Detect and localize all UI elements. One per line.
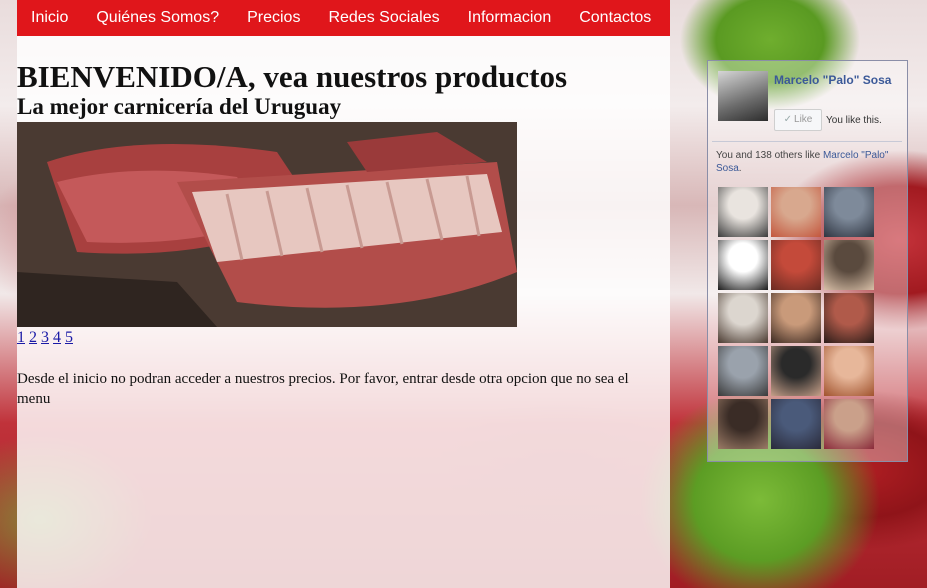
- nav-item-redes-sociales[interactable]: Redes Sociales: [314, 0, 453, 36]
- fb-social-context: You and 138 others like Marcelo "Palo" S…: [716, 149, 902, 175]
- fb-page-header: Marcelo "Palo" Sosa ✓ Like You like this.: [718, 71, 898, 131]
- fb-fan-avatar[interactable]: [771, 346, 821, 396]
- fb-fan-avatar[interactable]: [718, 240, 768, 290]
- fb-social-prefix: You and 138 others like: [716, 150, 821, 161]
- page-subtitle: La mejor carnicería del Uruguay: [17, 94, 342, 119]
- fb-page-avatar[interactable]: [718, 71, 768, 121]
- fb-fan-avatar[interactable]: [718, 187, 768, 237]
- meat-slide-image: [17, 122, 517, 327]
- nav-item-quienes-somos[interactable]: Quiénes Somos?: [82, 0, 233, 36]
- fb-fan-avatar[interactable]: [771, 187, 821, 237]
- slider-page-5[interactable]: 5: [65, 329, 73, 346]
- fb-fan-avatar[interactable]: [718, 399, 768, 449]
- nav-item-contactos[interactable]: Contactos: [565, 0, 665, 36]
- check-icon: ✓: [783, 114, 793, 125]
- page-title: BIENVENIDO/A, vea nuestros productos: [17, 59, 568, 94]
- slider-page-1[interactable]: 1: [17, 329, 25, 346]
- slider-page-4[interactable]: 4: [53, 329, 61, 346]
- fb-fan-avatar[interactable]: [718, 293, 768, 343]
- fb-divider: [712, 141, 902, 142]
- slider-page-3[interactable]: 3: [41, 329, 49, 346]
- nav-item-informacion[interactable]: Informacion: [454, 0, 566, 36]
- fb-faces-grid: [718, 187, 878, 449]
- slider-pager: 12345: [17, 329, 670, 347]
- facebook-like-box: Marcelo "Palo" Sosa ✓ Like You like this.…: [707, 60, 908, 462]
- fb-fan-avatar[interactable]: [771, 240, 821, 290]
- fb-fan-avatar[interactable]: [824, 399, 874, 449]
- fb-fan-avatar[interactable]: [771, 293, 821, 343]
- fb-social-suffix: .: [738, 163, 742, 174]
- fb-fan-avatar[interactable]: [824, 187, 874, 237]
- nav-item-precios[interactable]: Precios: [233, 0, 314, 36]
- fb-you-like-text: You like this.: [826, 115, 882, 126]
- fb-fan-avatar[interactable]: [824, 293, 874, 343]
- nav-item-inicio[interactable]: Inicio: [17, 0, 82, 36]
- fb-like-button[interactable]: ✓ Like: [774, 109, 822, 131]
- fb-fan-avatar[interactable]: [771, 399, 821, 449]
- main-content: BIENVENIDO/A, vea nuestros productos La …: [17, 60, 670, 424]
- top-nav: Inicio Quiénes Somos? Precios Redes Soci…: [17, 0, 670, 36]
- fb-fan-avatar[interactable]: [824, 346, 874, 396]
- slider-page-2[interactable]: 2: [29, 329, 37, 346]
- notice-text: Desde el inicio no podran acceder a nues…: [17, 371, 629, 407]
- fb-like-label: Like: [794, 114, 813, 125]
- fb-fan-avatar[interactable]: [824, 240, 874, 290]
- meat-illustration: [17, 122, 517, 327]
- fb-page-name[interactable]: Marcelo "Palo" Sosa: [774, 73, 894, 88]
- fb-fan-avatar[interactable]: [718, 346, 768, 396]
